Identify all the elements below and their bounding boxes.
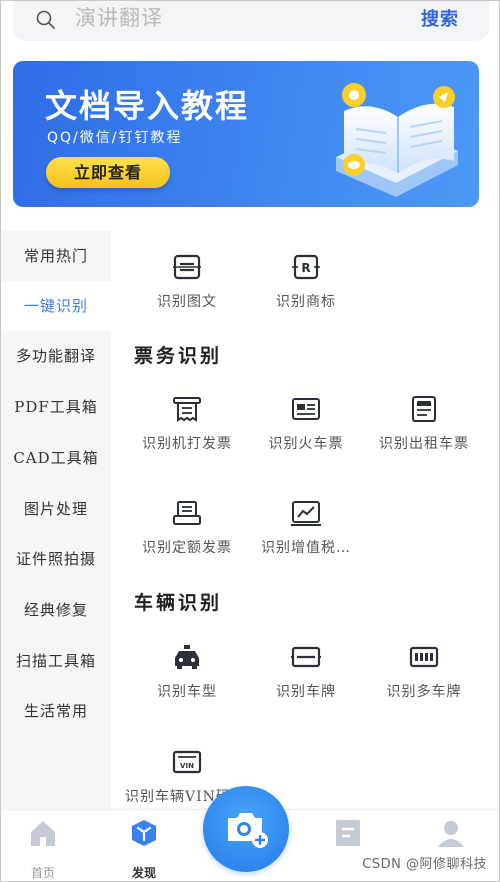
section-title-tickets: 票务识别	[134, 345, 223, 367]
tool-multi-plate[interactable]: 识别多车牌	[364, 643, 484, 703]
tool-vat-invoice[interactable]: 识别增值税…	[246, 499, 366, 559]
open-book-icon	[336, 83, 458, 197]
discover-cube-icon	[132, 820, 156, 846]
tool-trademark[interactable]: R 识别商标	[246, 253, 366, 313]
sidebar-item-cad-tools[interactable]: CAD工具箱	[1, 433, 111, 483]
sidebar-item-recognition[interactable]: 一键识别	[1, 281, 111, 331]
tool-printed-invoice[interactable]: 识别机打发票	[127, 395, 247, 455]
sidebar-item-image-processing[interactable]: 图片处理	[1, 484, 111, 534]
nav-label-home: 首页	[30, 866, 55, 880]
sidebar-item-translation[interactable]: 多功能翻译	[1, 331, 111, 381]
camera-add-icon	[228, 813, 268, 848]
search-input[interactable]	[75, 2, 375, 34]
camera-scan-button[interactable]	[203, 786, 289, 872]
quota-invoice-icon	[173, 501, 201, 525]
tool-car-model[interactable]: 识别车型	[127, 643, 247, 703]
home-icon	[31, 821, 55, 846]
nav-home[interactable]: 首页	[13, 818, 73, 880]
banner-title: 文档导入教程	[45, 87, 250, 125]
search-bar[interactable]: 搜索	[13, 1, 489, 41]
vin-icon: VIN	[172, 750, 202, 774]
vat-invoice-icon	[291, 501, 321, 526]
watermark: CSDN @阿修聊科技	[362, 857, 487, 872]
sidebar-item-hot[interactable]: 常用热门	[1, 231, 111, 281]
banner-subtitle: QQ/微信/钉钉教程	[47, 130, 183, 146]
category-sidebar: 常用热门 一键识别 多功能翻译 PDF工具箱 CAD工具箱 图片处理 证件照拍摄…	[1, 231, 111, 809]
search-button[interactable]: 搜索	[421, 5, 459, 31]
tool-label: 识别出租车票	[379, 436, 469, 452]
svg-text:R: R	[301, 261, 310, 275]
tool-train-ticket[interactable]: 识别火车票	[246, 395, 366, 455]
taxi-receipt-icon	[412, 396, 436, 422]
search-icon	[36, 10, 55, 29]
multi-plate-icon	[409, 646, 439, 668]
document-icon	[336, 820, 360, 846]
trademark-scan-icon: R	[292, 254, 320, 280]
sidebar-item-daily-life[interactable]: 生活常用	[1, 686, 111, 736]
train-ticket-icon	[292, 398, 320, 420]
tool-license-plate[interactable]: 识别车牌	[246, 643, 366, 703]
app-screen: 搜索 文档导入教程 QQ/微信/钉钉教程 立即查看	[0, 0, 500, 882]
tool-label: 识别商标	[276, 294, 336, 310]
tool-label: 识别多车牌	[386, 684, 462, 700]
tool-image-text[interactable]: 识别图文	[127, 253, 247, 313]
svg-text:VIN: VIN	[180, 762, 194, 770]
nav-discover[interactable]: 发现	[114, 818, 174, 880]
image-text-scan-icon	[173, 254, 201, 280]
sidebar-item-id-photo[interactable]: 证件照拍摄	[1, 534, 111, 584]
sidebar-item-scan-tools[interactable]: 扫描工具箱	[1, 636, 111, 686]
section-title-vehicles: 车辆识别	[134, 592, 223, 614]
tool-label: 识别增值税…	[261, 540, 351, 556]
sidebar-item-classic-repair[interactable]: 经典修复	[1, 585, 111, 635]
license-plate-icon	[291, 646, 321, 668]
sidebar-item-pdf-tools[interactable]: PDF工具箱	[1, 382, 111, 432]
printed-invoice-icon	[173, 397, 201, 422]
car-model-icon	[175, 645, 199, 669]
view-now-button[interactable]: 立即查看	[46, 157, 170, 188]
profile-icon	[438, 821, 464, 847]
tool-taxi-receipt[interactable]: 识别出租车票	[364, 395, 484, 455]
nav-label-discover: 发现	[131, 866, 156, 880]
tutorial-banner[interactable]: 文档导入教程 QQ/微信/钉钉教程 立即查看	[13, 61, 479, 207]
tool-quota-invoice[interactable]: 识别定额发票	[127, 499, 247, 559]
